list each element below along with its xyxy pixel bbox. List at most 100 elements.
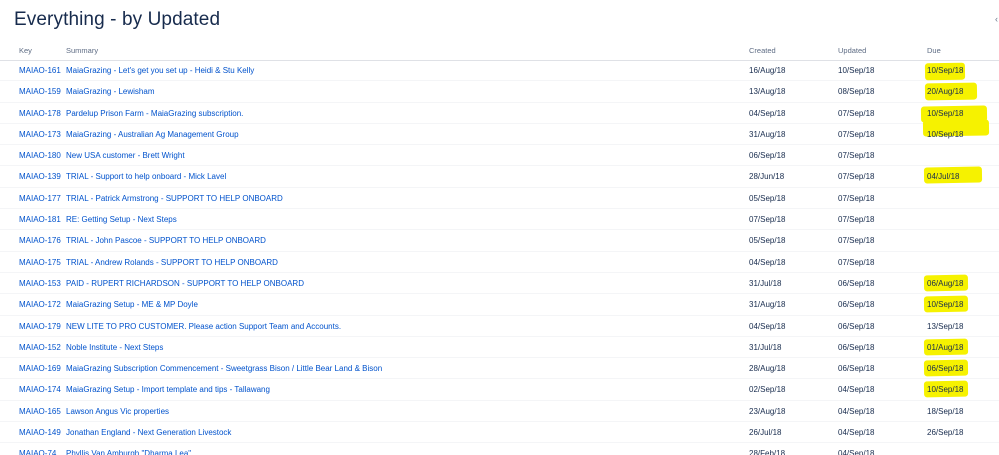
issue-key-link[interactable]: MAIAO-169: [19, 364, 61, 373]
table-row[interactable]: MAIAO-176 TRIAL - John Pascoe - SUPPORT T…: [0, 230, 999, 252]
issue-key-link[interactable]: MAIAO-152: [19, 343, 61, 352]
updated-date: 06/Sep/18: [838, 278, 875, 288]
issue-key-link[interactable]: MAIAO-165: [19, 407, 61, 416]
issue-key-link[interactable]: MAIAO-174: [19, 385, 61, 394]
column-header-updated[interactable]: Updated: [838, 46, 866, 55]
created-date: 23/Aug/18: [749, 406, 786, 416]
created-date: 31/Aug/18: [749, 129, 786, 139]
table-row[interactable]: MAIAO-169 MaiaGrazing Subscription Commen…: [0, 358, 999, 380]
created-date: 31/Jul/18: [749, 342, 782, 352]
table-row[interactable]: MAIAO-181 RE: Getting Setup - Next Steps 0…: [0, 209, 999, 231]
issue-summary-link[interactable]: NEW LITE TO PRO CUSTOMER. Please action …: [66, 322, 341, 331]
due-date: 06/Sep/18: [927, 364, 964, 374]
table-row[interactable]: MAIAO-173 MaiaGrazing - Australian Ag Man…: [0, 119, 999, 146]
issue-summary-link[interactable]: RE: Getting Setup - Next Steps: [66, 215, 177, 224]
due-date: 10/Sep/18: [927, 129, 964, 139]
issue-summary-link[interactable]: Noble Institute - Next Steps: [66, 343, 163, 352]
column-header-key[interactable]: Key: [19, 46, 32, 55]
table-row[interactable]: MAIAO-74 Phyllis Van Amburgh "Dharma Lea"…: [0, 443, 999, 455]
due-date: 18/Sep/18: [927, 406, 964, 416]
page-title: Everything - by Updated: [14, 9, 221, 30]
issue-summary-link[interactable]: Pardelup Prison Farm - MaiaGrazing subsc…: [66, 109, 243, 118]
due-date: 13/Sep/18: [927, 321, 964, 331]
issue-key-link[interactable]: MAIAO-181: [19, 215, 61, 224]
panel-collapse-icon[interactable]: ‹: [995, 15, 999, 24]
table-row[interactable]: MAIAO-172 MaiaGrazing Setup - ME & MP Doy…: [0, 294, 999, 316]
created-date: 28/Jun/18: [749, 172, 785, 182]
issue-summary-link[interactable]: Lawson Angus Vic properties: [66, 407, 169, 416]
issue-summary-link[interactable]: MaiaGrazing - Lewisham: [66, 87, 154, 96]
created-date: 07/Sep/18: [749, 215, 786, 225]
issue-key-link[interactable]: MAIAO-161: [19, 66, 61, 75]
issue-key-link[interactable]: MAIAO-139: [19, 172, 61, 181]
column-header-due[interactable]: Due: [927, 46, 941, 55]
issue-summary-link[interactable]: TRIAL - John Pascoe - SUPPORT TO HELP ON…: [66, 236, 266, 245]
issue-key-link[interactable]: MAIAO-74: [19, 449, 56, 455]
issue-key-link[interactable]: MAIAO-159: [19, 87, 61, 96]
issue-summary-link[interactable]: PAID - RUPERT RICHARDSON - SUPPORT TO HE…: [66, 279, 304, 288]
table-row[interactable]: MAIAO-179 NEW LITE TO PRO CUSTOMER. Pleas…: [0, 316, 999, 337]
issue-table-body: MAIAO-161 MaiaGrazing - Let's get you set…: [0, 60, 999, 455]
issue-key-link[interactable]: MAIAO-178: [19, 109, 61, 118]
updated-date: 04/Sep/18: [838, 406, 875, 416]
created-date: 04/Sep/18: [749, 108, 786, 118]
column-header-summary[interactable]: Summary: [66, 46, 98, 55]
issue-summary-link[interactable]: Jonathan England - Next Generation Lives…: [66, 428, 231, 437]
table-row[interactable]: MAIAO-180 New USA customer - Brett Wright…: [0, 145, 999, 167]
table-row[interactable]: MAIAO-153 PAID - RUPERT RICHARDSON - SUPP…: [0, 273, 999, 295]
table-row[interactable]: MAIAO-175 TRIAL - Andrew Rolands - SUPPOR…: [0, 252, 999, 273]
updated-date: 08/Sep/18: [838, 87, 875, 97]
issue-summary-link[interactable]: MaiaGrazing - Let's get you set up - Hei…: [66, 66, 254, 75]
due-date: 20/Aug/18: [927, 87, 964, 97]
issue-key-link[interactable]: MAIAO-172: [19, 300, 61, 309]
issue-summary-link[interactable]: MaiaGrazing - Australian Ag Management G…: [66, 130, 239, 139]
issue-key-link[interactable]: MAIAO-176: [19, 236, 61, 245]
issue-list-page: Everything - by Updated ‹ Key Summary Cr…: [0, 0, 999, 455]
issue-summary-link[interactable]: TRIAL - Andrew Rolands - SUPPORT TO HELP…: [66, 258, 278, 267]
due-date: 10/Sep/18: [927, 66, 964, 75]
updated-date: 07/Sep/18: [838, 215, 875, 225]
issue-summary-link[interactable]: MaiaGrazing Setup - Import template and …: [66, 385, 270, 394]
issue-summary-link[interactable]: MaiaGrazing Setup - ME & MP Doyle: [66, 300, 198, 309]
updated-date: 06/Sep/18: [838, 300, 875, 310]
table-row[interactable]: MAIAO-178 Pardelup Prison Farm - MaiaGraz…: [0, 103, 999, 124]
table-row[interactable]: MAIAO-161 MaiaGrazing - Let's get you set…: [0, 60, 999, 82]
issue-summary-link[interactable]: Phyllis Van Amburgh "Dharma Lea": [66, 449, 191, 455]
table-row[interactable]: MAIAO-165 Lawson Angus Vic properties 23/A…: [0, 401, 999, 423]
table-row[interactable]: MAIAO-174 MaiaGrazing Setup - Import temp…: [0, 379, 999, 401]
created-date: 28/Aug/18: [749, 364, 786, 374]
created-date: 26/Jul/18: [749, 428, 782, 438]
table-row[interactable]: MAIAO-149 Jonathan England - Next Generat…: [0, 422, 999, 444]
created-date: 04/Sep/18: [749, 321, 786, 331]
created-date: 31/Jul/18: [749, 278, 782, 288]
issue-key-link[interactable]: MAIAO-149: [19, 428, 61, 437]
updated-date: 07/Sep/18: [838, 193, 875, 203]
created-date: 31/Aug/18: [749, 300, 786, 310]
table-row[interactable]: MAIAO-139 TRIAL - Support to help onboard…: [0, 166, 999, 188]
issue-summary-link[interactable]: MaiaGrazing Subscription Commencement - …: [66, 364, 382, 373]
updated-date: 07/Sep/18: [838, 151, 875, 161]
table-row[interactable]: MAIAO-177 TRIAL - Patrick Armstrong - SUP…: [0, 188, 999, 210]
issue-summary-link[interactable]: TRIAL - Support to help onboard - Mick L…: [66, 172, 226, 181]
column-header-created[interactable]: Created: [749, 46, 776, 55]
created-date: 13/Aug/18: [749, 87, 786, 97]
due-date: 06/Aug/18: [927, 278, 964, 288]
updated-date: 04/Sep/18: [838, 449, 875, 455]
issue-summary-link[interactable]: TRIAL - Patrick Armstrong - SUPPORT TO H…: [66, 194, 283, 203]
due-date: 26/Sep/18: [927, 428, 964, 438]
issue-key-link[interactable]: MAIAO-173: [19, 130, 61, 139]
due-date: 10/Sep/18: [927, 300, 964, 310]
updated-date: 04/Sep/18: [838, 385, 875, 395]
updated-date: 07/Sep/18: [838, 236, 875, 246]
table-row[interactable]: MAIAO-159 MaiaGrazing - Lewisham 13/Aug/18…: [0, 81, 999, 103]
due-date: 10/Sep/18: [927, 108, 964, 118]
table-row[interactable]: MAIAO-152 Noble Institute - Next Steps 31/…: [0, 337, 999, 359]
issue-key-link[interactable]: MAIAO-175: [19, 258, 61, 267]
updated-date: 07/Sep/18: [838, 108, 875, 118]
issue-key-link[interactable]: MAIAO-180: [19, 151, 61, 160]
issue-summary-link[interactable]: New USA customer - Brett Wright: [66, 151, 185, 160]
issue-key-link[interactable]: MAIAO-153: [19, 279, 61, 288]
issue-key-link[interactable]: MAIAO-177: [19, 194, 61, 203]
issue-key-link[interactable]: MAIAO-179: [19, 322, 61, 331]
created-date: 05/Sep/18: [749, 236, 786, 246]
